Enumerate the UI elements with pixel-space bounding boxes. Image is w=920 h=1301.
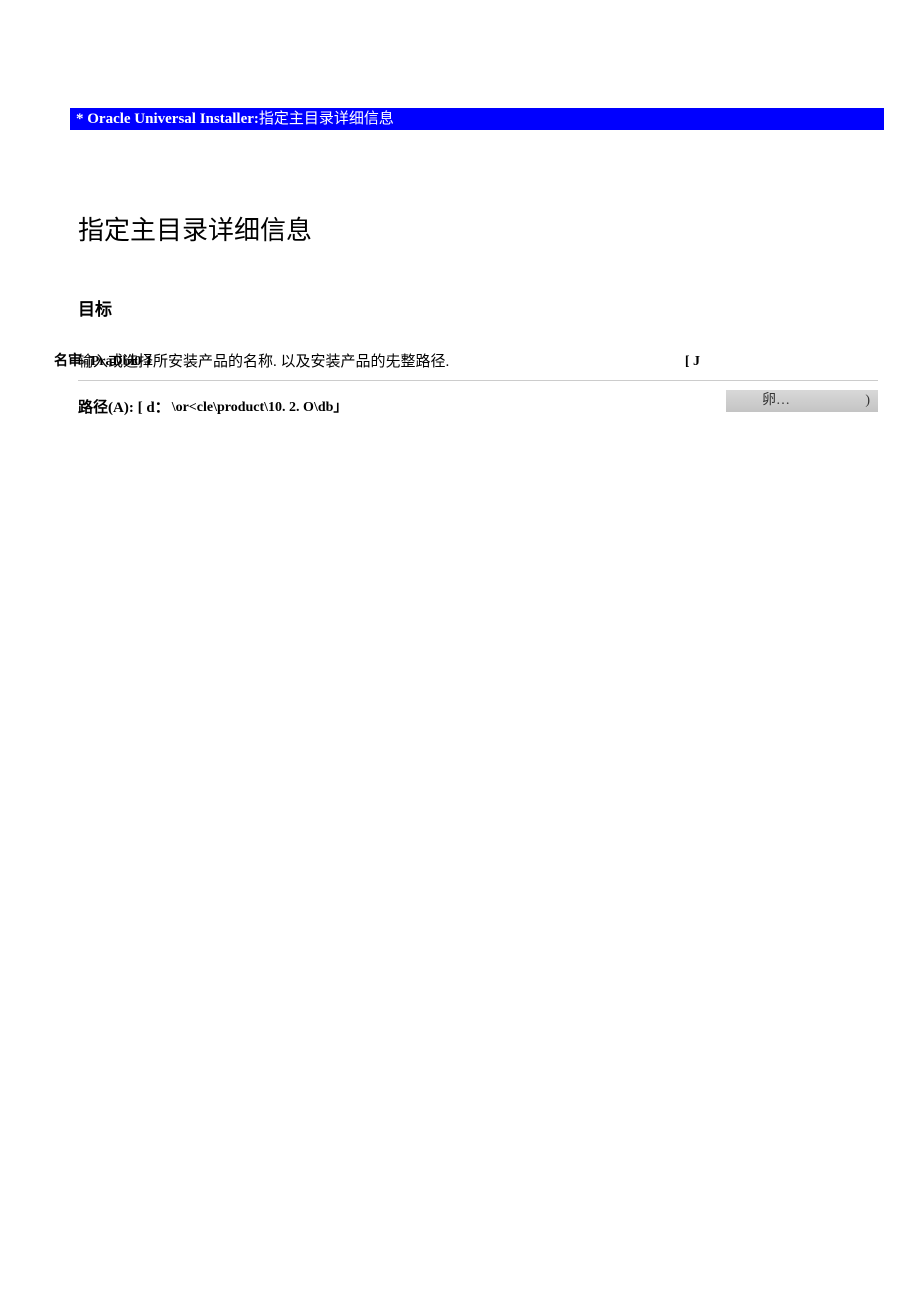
path-field-label: 路径(A): [ d： xyxy=(78,396,170,417)
name-field-suffix: [ J xyxy=(685,354,700,370)
browse-button-label: 卵… xyxy=(762,393,790,408)
section-heading: 目标 xyxy=(78,295,880,320)
title-suffix: 指定主目录详细信息 xyxy=(259,111,394,127)
path-label-en: (A): [ xyxy=(108,400,143,416)
name-field-value[interactable]: |PraDbl0 J xyxy=(88,354,152,370)
page-heading: 指定主目录详细信息 xyxy=(78,210,880,247)
browse-button-paren: ) xyxy=(865,390,870,412)
name-field-label: 名审- xyxy=(54,350,87,370)
path-label-zh: 路径 xyxy=(78,400,108,416)
path-field-row: 路径(A): [ d： \or<cle\product\10. 2. O\db」… xyxy=(78,394,878,418)
divider xyxy=(78,380,878,381)
title-prefix: * Oracle Universal Installer: xyxy=(76,111,259,127)
name-field-row: 名审- |PraDbl0 J [ J xyxy=(54,350,880,370)
path-field-value[interactable]: \or<cle\product\10. 2. O\db」 xyxy=(172,396,348,416)
window-title-bar: * Oracle Universal Installer:指定主目录详细信息 xyxy=(70,108,884,130)
path-drive: d： xyxy=(146,400,169,416)
browse-button[interactable]: 卵… ) xyxy=(726,390,878,412)
